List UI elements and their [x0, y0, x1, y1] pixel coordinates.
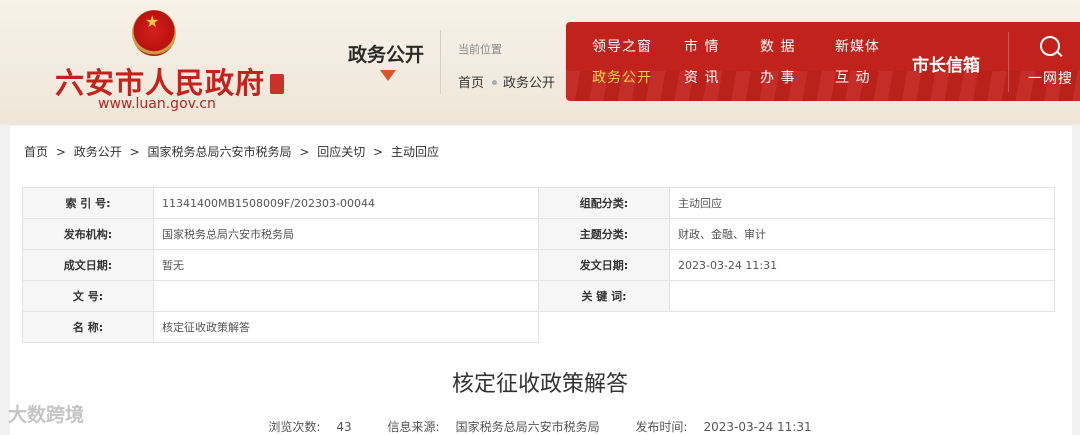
- empty-cell: [538, 311, 1055, 343]
- location-crumb: 首页 政务公开: [458, 72, 555, 91]
- nav-item-gov-affairs[interactable]: 政务公开: [592, 67, 652, 87]
- meta-value-index-no: 11341400MB1508009F/202303-00044: [153, 187, 539, 219]
- meta-label-doc-no: 文 号:: [22, 280, 154, 312]
- meta-value-published: 2023-03-24 11:31: [669, 249, 1055, 281]
- table-row: 索 引 号: 11341400MB1508009F/202303-00044 组…: [22, 187, 1055, 219]
- meta-label-name: 名 称:: [22, 311, 154, 343]
- breadcrumb-item-active-response[interactable]: 主动回应: [391, 145, 439, 159]
- location-label: 当前位置: [458, 43, 502, 56]
- publish-time-value: 2023-03-24 11:31: [703, 420, 812, 434]
- seal-icon: [270, 74, 284, 94]
- meta-label-publisher: 发布机构:: [22, 218, 154, 250]
- breadcrumb-separator: >: [373, 145, 384, 159]
- dot-icon: [492, 80, 498, 85]
- meta-label-created: 成文日期:: [22, 249, 154, 281]
- meta-value-created: 暂无: [153, 249, 539, 281]
- watermark: 大数跨境: [8, 404, 85, 426]
- nav-item-new-media[interactable]: 新媒体: [835, 36, 880, 56]
- meta-value-publisher: 国家税务总局六安市税务局: [153, 218, 539, 250]
- meta-label-category: 组配分类:: [538, 187, 670, 219]
- publish-time-label: 发布时间:: [635, 420, 688, 434]
- site-header: ★ 六安市人民政府 www.luan.gov.cn 政务公开 当前位置 首页 政务…: [0, 0, 1080, 125]
- breadcrumb: 首页 > 政务公开 > 国家税务总局六安市税务局 > 回应关切 > 主动回应: [22, 143, 441, 160]
- search-link[interactable]: 一网搜: [1028, 68, 1073, 88]
- meta-value-keywords: [669, 280, 1055, 312]
- meta-label-keywords: 关 键 词:: [538, 280, 670, 312]
- breadcrumb-item-gov-affairs[interactable]: 政务公开: [74, 145, 122, 159]
- meta-label-topic: 主题分类:: [538, 218, 670, 250]
- article-title: 核定征收政策解答: [451, 372, 628, 397]
- nav-item-interaction[interactable]: 互 动: [835, 67, 870, 87]
- source-value: 国家税务总局六安市税务局: [455, 420, 600, 434]
- site-url[interactable]: www.luan.gov.cn: [98, 96, 216, 112]
- divider: [1008, 32, 1009, 92]
- meta-value-category: 主动回应: [669, 187, 1055, 219]
- meta-value-doc-no: [153, 280, 539, 312]
- star-icon: ★: [145, 12, 160, 31]
- channel-title: 政务公开: [348, 44, 425, 66]
- table-row: 名 称: 核定征收政策解答: [22, 311, 1055, 343]
- nav-item-news[interactable]: 资 讯: [684, 67, 719, 87]
- meta-value-name: 核定征收政策解答: [153, 311, 539, 343]
- breadcrumb-separator: >: [55, 145, 66, 159]
- meta-label-index-no: 索 引 号:: [22, 187, 154, 219]
- breadcrumb-separator: >: [299, 145, 310, 159]
- caret-down-icon: [380, 70, 396, 81]
- mayor-mailbox-link[interactable]: 市长信箱: [912, 51, 980, 76]
- nav-item-city-info[interactable]: 市 情: [684, 36, 719, 56]
- table-row: 发布机构: 国家税务总局六安市税务局 主题分类: 财政、金融、审计: [22, 218, 1055, 250]
- table-row: 文 号: 关 键 词:: [22, 280, 1055, 312]
- nav-item-data[interactable]: 数 据: [760, 36, 795, 56]
- search-icon[interactable]: [1040, 36, 1060, 56]
- views-count: 43: [336, 420, 352, 434]
- main-nav: 领导之窗 市 情 数 据 新媒体 政务公开 资 讯 办 事 互 动 市长信箱 一…: [566, 22, 1080, 101]
- source-label: 信息来源:: [387, 420, 440, 434]
- divider: [440, 30, 441, 94]
- breadcrumb-item-home[interactable]: 首页: [24, 145, 48, 159]
- table-row: 成文日期: 暂无 发文日期: 2023-03-24 11:31: [22, 249, 1055, 281]
- views-label: 浏览次数:: [268, 420, 321, 434]
- location-crumb-current[interactable]: 政务公开: [503, 76, 555, 91]
- metadata-table: 索 引 号: 11341400MB1508009F/202303-00044 组…: [22, 187, 1055, 343]
- breadcrumb-item-response[interactable]: 回应关切: [317, 145, 365, 159]
- nav-item-leaders[interactable]: 领导之窗: [592, 36, 652, 56]
- meta-label-published: 发文日期:: [538, 249, 670, 281]
- location-crumb-home[interactable]: 首页: [458, 76, 484, 91]
- breadcrumb-item-tax-bureau[interactable]: 国家税务总局六安市税务局: [147, 145, 291, 159]
- meta-value-topic: 财政、金融、审计: [669, 218, 1055, 250]
- article-info: 浏览次数: 43 信息来源: 国家税务总局六安市税务局 发布时间: 2023-03-2…: [0, 418, 1080, 435]
- breadcrumb-separator: >: [129, 145, 140, 159]
- nav-item-services[interactable]: 办 事: [760, 67, 795, 87]
